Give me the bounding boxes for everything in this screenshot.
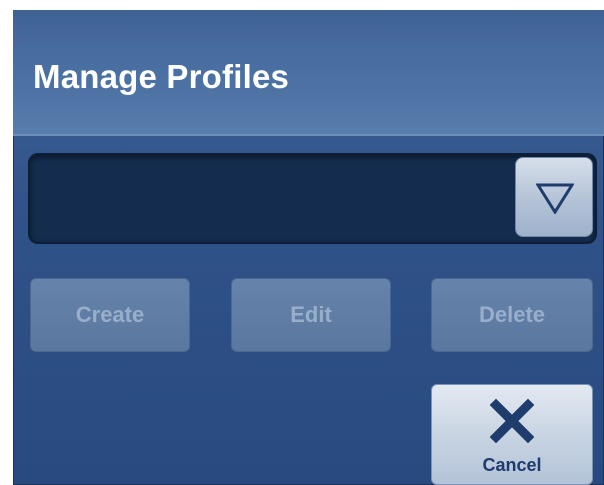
triangle-down-outline-icon xyxy=(536,183,574,214)
close-x-icon xyxy=(490,399,534,443)
edit-button[interactable]: Edit xyxy=(231,278,391,352)
profile-dropdown[interactable] xyxy=(28,153,597,244)
delete-button[interactable]: Delete xyxy=(431,278,593,352)
screen: Manage Profiles Create Edit Delete Cance… xyxy=(0,0,604,485)
header-top-strip xyxy=(13,10,604,44)
cancel-button[interactable]: Cancel xyxy=(431,384,593,485)
manage-profiles-dialog: Manage Profiles Create Edit Delete Cance… xyxy=(13,10,604,485)
cancel-button-label: Cancel xyxy=(482,455,542,475)
create-button[interactable]: Create xyxy=(30,278,190,352)
dialog-header: Manage Profiles xyxy=(13,10,604,136)
dialog-title: Manage Profiles xyxy=(33,58,290,95)
dropdown-toggle-button[interactable] xyxy=(515,157,593,237)
